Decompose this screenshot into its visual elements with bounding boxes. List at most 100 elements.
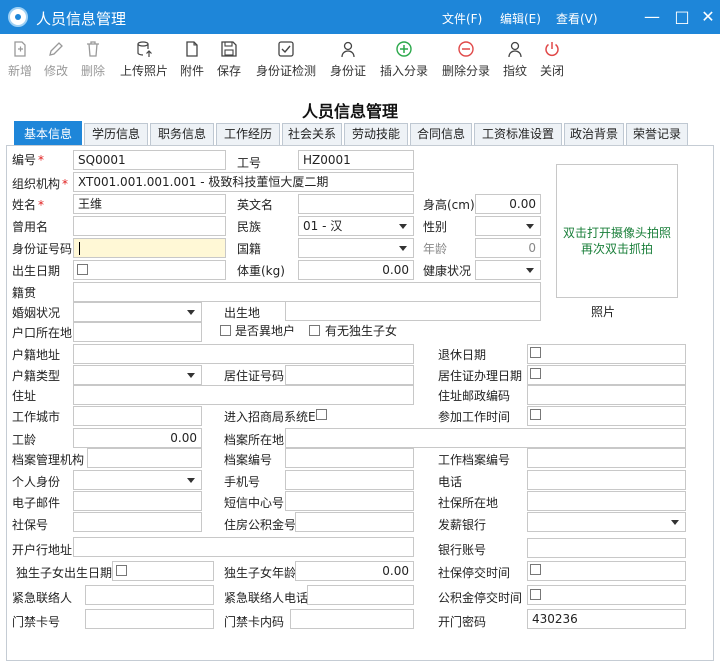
door-password-field[interactable]: 430236: [527, 609, 686, 629]
org-field[interactable]: XT001.001.001.001 - 极致科技董恒大厦二期: [73, 172, 414, 192]
upload-photo-button[interactable]: 上传照片: [118, 40, 170, 80]
delete-button[interactable]: 删除: [79, 40, 107, 80]
insert-entry-button[interactable]: 插入分录: [378, 40, 430, 80]
mobile-field[interactable]: [285, 470, 414, 490]
birthplace-field[interactable]: [285, 301, 541, 321]
hukou-place-field[interactable]: [73, 322, 202, 342]
address-label: 住址: [12, 389, 37, 403]
access-card-field[interactable]: [85, 609, 214, 629]
pay-bank-select[interactable]: [527, 512, 686, 532]
id-check-button[interactable]: 身份证检测: [254, 40, 318, 80]
work-city-field[interactable]: [73, 406, 202, 426]
social-stop-field[interactable]: [527, 561, 686, 581]
photo-capture-area[interactable]: 双击打开摄像头拍照 再次双击抓拍: [556, 164, 678, 298]
tab-basic-info[interactable]: 基本信息: [14, 121, 82, 145]
delete-entry-button[interactable]: 删除分录: [440, 40, 492, 80]
tab-political[interactable]: 政治背景: [564, 123, 624, 145]
social-number-field[interactable]: [73, 512, 202, 532]
former-name-field[interactable]: [73, 216, 226, 236]
work-id-field[interactable]: HZ0001: [298, 150, 414, 170]
edit-pencil-icon: [49, 42, 63, 56]
social-stop-checkbox[interactable]: [530, 564, 541, 575]
child-birth-checkbox[interactable]: [116, 565, 127, 576]
english-name-field[interactable]: [298, 194, 414, 214]
seniority-field[interactable]: 0.00: [73, 428, 202, 448]
id-number-field[interactable]: [73, 238, 226, 258]
address-field[interactable]: [73, 385, 414, 405]
emergency-phone-field[interactable]: [307, 585, 414, 605]
retire-date-checkbox[interactable]: [530, 347, 541, 358]
birth-date-field[interactable]: [73, 260, 226, 280]
retire-date-field[interactable]: [527, 344, 686, 364]
local-hukou-label: 是否異地户: [235, 324, 296, 338]
ethnicity-select[interactable]: 01 - 汉: [298, 216, 414, 236]
id-card-button[interactable]: 身份证: [329, 40, 367, 80]
child-birth-field[interactable]: [112, 561, 214, 581]
only-child-checkbox[interactable]: [309, 325, 320, 336]
new-button[interactable]: 新增: [6, 40, 34, 80]
join-system-checkbox[interactable]: [316, 409, 327, 420]
gender-select[interactable]: [475, 216, 541, 236]
residence-permit-date-field[interactable]: [527, 365, 686, 385]
emergency-contact-field[interactable]: [85, 585, 214, 605]
join-work-time-checkbox[interactable]: [530, 409, 541, 420]
close-button[interactable]: 关闭: [538, 40, 566, 80]
tab-position[interactable]: 职务信息: [150, 123, 214, 145]
child-age-field[interactable]: 0.00: [295, 561, 414, 581]
fund-stop-field[interactable]: [527, 585, 686, 605]
social-place-field[interactable]: [527, 491, 686, 511]
name-field[interactable]: 王维: [73, 194, 226, 214]
phone-field[interactable]: [527, 470, 686, 490]
plus-circle-icon: [396, 41, 412, 57]
work-archive-number-field[interactable]: [527, 448, 686, 468]
marital-select[interactable]: [73, 302, 202, 322]
edit-button[interactable]: 修改: [42, 40, 70, 80]
origin-field[interactable]: [73, 282, 541, 302]
minimize-icon[interactable]: —: [641, 6, 663, 28]
housing-fund-field[interactable]: [295, 512, 414, 532]
social-place-label: 社保所在地: [438, 496, 499, 510]
save-button[interactable]: 保存: [215, 40, 243, 80]
email-field[interactable]: [73, 491, 202, 511]
hukou-type-select[interactable]: [73, 365, 202, 385]
tab-honors[interactable]: 荣誉记录: [626, 123, 688, 145]
hukou-address-field[interactable]: [73, 344, 414, 364]
access-card-code-field[interactable]: [290, 609, 414, 629]
address-postcode-field[interactable]: [527, 385, 686, 405]
close-window-icon[interactable]: ✕: [697, 6, 719, 28]
height-field[interactable]: 0.00: [475, 194, 541, 214]
child-birth-label: 独生子女出生日期: [16, 566, 113, 580]
number-field[interactable]: SQ0001: [73, 150, 226, 170]
residence-permit-field[interactable]: [285, 365, 414, 385]
birth-date-checkbox[interactable]: [77, 264, 88, 275]
archive-number-field[interactable]: [285, 448, 414, 468]
weight-field[interactable]: 0.00: [298, 260, 414, 280]
tab-education[interactable]: 学历信息: [84, 123, 148, 145]
menu-view[interactable]: 查看(V): [556, 10, 598, 27]
tab-skills[interactable]: 劳动技能: [344, 123, 408, 145]
local-hukou-checkbox[interactable]: [220, 325, 231, 336]
sms-center-field[interactable]: [285, 491, 414, 511]
menu-file[interactable]: 文件(F): [442, 10, 482, 27]
nationality-select[interactable]: [298, 238, 414, 258]
fingerprint-button[interactable]: 指纹: [501, 40, 529, 80]
maximize-icon[interactable]: □: [671, 6, 693, 28]
bank-address-field[interactable]: [73, 537, 414, 557]
archive-agency-field[interactable]: [87, 448, 202, 468]
residence-permit-date-label: 居住证办理日期: [438, 369, 523, 383]
residence-permit-date-checkbox[interactable]: [530, 368, 541, 379]
tab-social-relations[interactable]: 社会关系: [282, 123, 342, 145]
name-label: 姓名 *: [12, 198, 45, 212]
attachment-button[interactable]: 附件: [178, 40, 206, 80]
tab-contract[interactable]: 合同信息: [410, 123, 472, 145]
identity-select[interactable]: [73, 470, 202, 490]
tab-work-history[interactable]: 工作经历: [216, 123, 280, 145]
archive-location-field[interactable]: [285, 428, 686, 448]
save-button-label: 保存: [216, 64, 241, 78]
fund-stop-checkbox[interactable]: [530, 589, 541, 600]
bank-account-field[interactable]: [527, 538, 686, 558]
join-work-time-field[interactable]: [527, 406, 686, 426]
health-select[interactable]: [475, 260, 541, 280]
tab-salary-standard[interactable]: 工资标准设置: [474, 123, 562, 145]
menu-edit[interactable]: 编辑(E): [500, 10, 541, 27]
